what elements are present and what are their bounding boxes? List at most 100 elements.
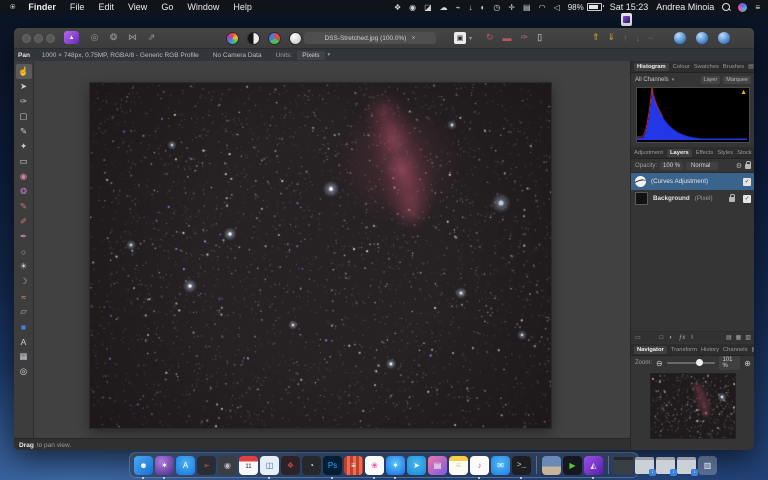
menu-view[interactable]: View (128, 2, 147, 12)
clone-stamp-tool[interactable]: ✒ (16, 229, 32, 244)
retouch-icon[interactable]: ✑ (521, 32, 529, 43)
layer-toggle-button[interactable]: Layer (701, 76, 721, 84)
marquee-toggle-button[interactable]: Marquee (723, 76, 751, 84)
comment-icon[interactable]: ▭ (635, 334, 641, 341)
auto-white-balance-button[interactable] (289, 32, 302, 45)
dock-striped-app[interactable]: ≡ (344, 456, 363, 475)
snapping-sphere-icon[interactable] (718, 32, 730, 44)
spotlight-search-icon[interactable] (722, 3, 730, 11)
mask-layer-icon[interactable]: □ (660, 335, 664, 341)
wifi-icon[interactable]: ◠ (539, 3, 546, 12)
tab-brushes[interactable]: Brushes (723, 64, 744, 70)
assistant-button[interactable]: ▣ ▾ (454, 32, 472, 44)
units-dropdown[interactable]: Pixels (297, 51, 324, 60)
zoom-window-button[interactable] (46, 34, 55, 43)
text-layer-icon[interactable]: I (691, 335, 693, 341)
menu-user-name[interactable]: Andrea Minoia (656, 2, 714, 12)
tab-stock[interactable]: Stock (737, 150, 752, 156)
flood-fill-tool[interactable]: ◉ (16, 169, 32, 184)
dock-minimized-window[interactable]: ↓ (677, 457, 696, 474)
zoom-slider-knob[interactable] (696, 359, 703, 366)
close-window-button[interactable] (22, 34, 31, 43)
dock-calendar[interactable]: 11 (239, 456, 258, 475)
burn-tool[interactable]: ☽ (16, 274, 32, 289)
dock-minimized-window[interactable] (614, 457, 633, 474)
download-icon[interactable]: ↓ (469, 3, 473, 12)
crop-tool[interactable]: ▢ (16, 109, 32, 124)
dock-app-store[interactable]: A (176, 456, 195, 475)
dock-virtualbox[interactable]: ◫ (260, 456, 279, 475)
tab-adjustment[interactable]: Adjustment (634, 150, 663, 156)
paint-brush-tool[interactable]: ✎ (16, 199, 32, 214)
tone-mapping-persona-icon[interactable]: ⋈ (126, 31, 139, 44)
channels-dropdown[interactable]: All Channels ▾ (635, 77, 674, 83)
colour-picker-tool[interactable]: ✑ (16, 94, 32, 109)
erase-tool[interactable]: ▱ (16, 304, 32, 319)
delete-layer-icon[interactable]: ▥ (745, 334, 751, 341)
device-icon[interactable]: ▯ (537, 32, 542, 43)
menu-clock[interactable]: Sat 15:23 (610, 2, 649, 12)
colour-swatch[interactable]: ■ (16, 319, 32, 334)
flood-select-tool[interactable]: ✦ (16, 139, 32, 154)
dock-utility-app[interactable]: ◉ (218, 456, 237, 475)
pixel-tool[interactable]: ✐ (16, 214, 32, 229)
rotate-icon[interactable]: ↻ (486, 32, 494, 43)
notification-center-icon[interactable]: ≡ (755, 3, 760, 12)
photo-persona-icon[interactable]: ▲ (64, 31, 79, 44)
dock-minimized-window[interactable]: ↓ (656, 457, 675, 474)
dock-finder[interactable]: ☻ (134, 456, 153, 475)
dock-camera-app[interactable]: ◔ (302, 456, 321, 475)
tab-colour[interactable]: Colour (673, 64, 690, 70)
dock-terminal[interactable]: >_ (512, 456, 531, 475)
mic-icon[interactable]: ⌁ (456, 3, 461, 12)
selection-brush-tool[interactable]: ✎ (16, 124, 32, 139)
mesh-tool[interactable]: ▦ (16, 349, 32, 364)
panel-menu-icon[interactable]: ▤ (752, 346, 755, 353)
clock-icon[interactable]: ◷ (493, 3, 500, 12)
dock-dark-red-app[interactable]: ❖ (281, 456, 300, 475)
dock-media-app[interactable]: ▶ (563, 456, 582, 475)
liquify-persona-icon[interactable]: ◎ (88, 31, 101, 44)
blend-mode-dropdown[interactable]: Normal (686, 162, 718, 170)
tab-effects[interactable]: Effects (696, 150, 714, 156)
slice-icon[interactable]: ▬ (503, 32, 512, 43)
move-forward-icon[interactable]: ⇓ (608, 32, 616, 43)
tab-swatches[interactable]: Swatches (694, 64, 719, 70)
smudge-tool[interactable]: ≈ (16, 289, 32, 304)
dock-safari[interactable]: ✦ (386, 456, 405, 475)
blur-tool[interactable]: ○ (16, 244, 32, 259)
dock-trash[interactable]: ▥ (698, 456, 717, 475)
gear-icon[interactable]: ⚙ (736, 162, 742, 170)
toggle-icon[interactable]: ◐ (481, 3, 486, 12)
move-tool[interactable]: ➤ (16, 79, 32, 94)
menu-finder[interactable]: Finder (28, 2, 56, 12)
bluetooth-icon[interactable]: ✛ (508, 3, 515, 12)
develop-persona-icon[interactable]: ❂ (107, 31, 120, 44)
display-icon[interactable]: ▤ (523, 3, 531, 12)
dock-notes[interactable]: ≡ (449, 456, 468, 475)
tab-transform[interactable]: Transform (671, 347, 697, 353)
menu-edit[interactable]: Edit (98, 2, 114, 12)
export-persona-icon[interactable]: ⇗ (145, 31, 158, 44)
dock-chat-app[interactable]: ✉ (491, 456, 510, 475)
dock-photoshop[interactable]: Ps (323, 456, 342, 475)
dock-photos[interactable]: ❀ (365, 456, 384, 475)
panel-menu-icon[interactable]: ▤ (748, 63, 754, 70)
move-to-front-icon[interactable]: ⇑ (592, 32, 600, 43)
clipping-warning-icon[interactable]: ▲ (740, 89, 747, 96)
new-group-icon[interactable]: ▤ (726, 334, 732, 341)
zoom-out-icon[interactable]: ⊖ (656, 359, 663, 368)
menu-file[interactable]: File (70, 2, 85, 12)
dock-music[interactable]: ♪ (470, 456, 489, 475)
menu-go[interactable]: Go (161, 2, 173, 12)
tab-styles[interactable]: Styles (717, 150, 733, 156)
minimize-window-button[interactable] (34, 34, 43, 43)
layer-visibility-checkbox[interactable]: ✓ (743, 178, 751, 186)
zoom-in-icon[interactable]: ⊕ (744, 359, 751, 368)
layer-visibility-checkbox[interactable]: ✓ (743, 195, 751, 203)
document-tab[interactable]: DSS-Stretched.jpg (100.0%) × (304, 32, 436, 44)
dock-affinity-photo[interactable]: ◭ (584, 456, 603, 475)
background-thumbnail[interactable] (635, 192, 648, 205)
adjustment-layer-icon[interactable]: ◐ (669, 335, 673, 341)
document-close-icon[interactable]: × (411, 35, 415, 42)
